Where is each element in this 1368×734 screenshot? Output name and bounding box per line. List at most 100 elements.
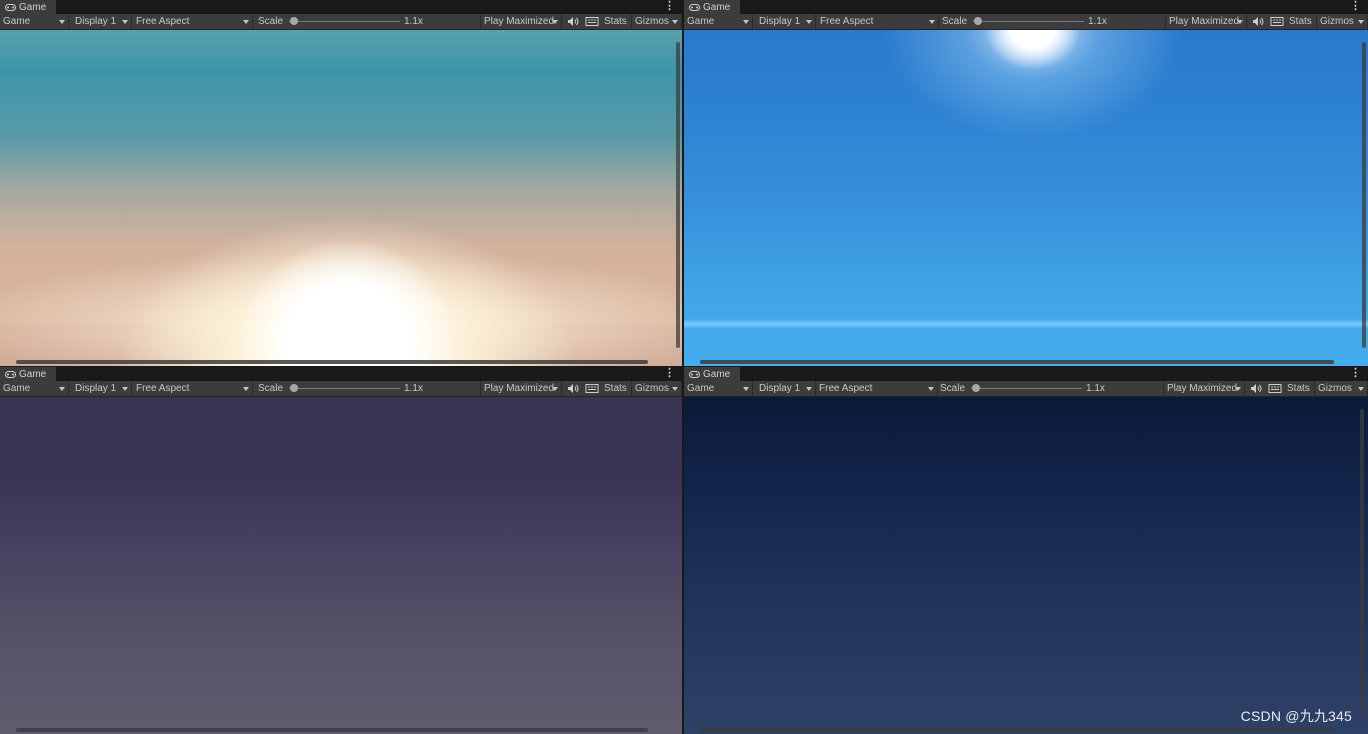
tab-bar: Game ⋮ xyxy=(0,367,682,381)
game-viewport[interactable] xyxy=(684,30,1368,366)
gizmos-dropdown[interactable]: Gizmos xyxy=(1314,381,1368,396)
play-mode-dropdown[interactable]: Play Maximized xyxy=(1165,14,1247,29)
chevron-down-icon xyxy=(806,20,812,24)
mode-dropdown[interactable]: Game xyxy=(0,381,69,396)
kebab-menu-icon[interactable]: ⋮ xyxy=(1350,0,1361,14)
mode-label: Game xyxy=(3,16,31,27)
scale-slider[interactable] xyxy=(973,21,1084,22)
game-viewport[interactable] xyxy=(0,397,682,734)
aspect-label: Free Aspect xyxy=(136,16,190,27)
aspect-dropdown[interactable]: Free Aspect xyxy=(816,381,938,396)
chevron-down-icon xyxy=(1358,387,1364,391)
chevron-down-icon xyxy=(243,387,249,391)
tab-bar: Game ⋮ xyxy=(684,367,1368,381)
aspect-dropdown[interactable]: Free Aspect xyxy=(817,14,939,29)
scale-slider-handle[interactable] xyxy=(290,384,298,392)
play-mode-label: Play Maximized xyxy=(484,16,555,27)
speaker-icon[interactable] xyxy=(566,383,580,394)
chevron-down-icon xyxy=(672,20,678,24)
scale-slider[interactable] xyxy=(289,388,400,389)
scale-slider[interactable] xyxy=(971,388,1082,389)
gamepad-icon xyxy=(689,3,700,11)
chevron-down-icon xyxy=(1237,20,1243,24)
vertical-scrollbar[interactable] xyxy=(1360,409,1364,715)
chevron-down-icon xyxy=(122,20,128,24)
gamepad-icon xyxy=(5,3,16,11)
play-mode-dropdown[interactable]: Play Maximized xyxy=(480,14,562,29)
game-toolbar: Game Display 1 Free Aspect Scale 1.1x Pl… xyxy=(684,14,1368,30)
speaker-icon[interactable] xyxy=(1251,16,1265,27)
play-mode-label: Play Maximized xyxy=(1167,383,1238,394)
chevron-down-icon xyxy=(743,20,749,24)
display-dropdown[interactable]: Display 1 xyxy=(756,14,816,29)
scale-slider-handle[interactable] xyxy=(972,384,980,392)
play-mode-dropdown[interactable]: Play Maximized xyxy=(480,381,562,396)
display-dropdown[interactable]: Display 1 xyxy=(72,381,132,396)
kebab-menu-icon[interactable]: ⋮ xyxy=(664,0,675,14)
game-toolbar: Game Display 1 Free Aspect Scale 1.1x Pl… xyxy=(0,381,682,397)
chevron-down-icon xyxy=(59,20,65,24)
speaker-icon[interactable] xyxy=(566,16,580,27)
aspect-dropdown[interactable]: Free Aspect xyxy=(133,381,253,396)
horizontal-scrollbar[interactable] xyxy=(700,360,1334,364)
keyboard-grid-icon[interactable] xyxy=(1270,16,1284,27)
keyboard-grid-icon[interactable] xyxy=(1268,383,1282,394)
stats-button[interactable]: Stats xyxy=(1289,14,1312,29)
horizontal-scrollbar[interactable] xyxy=(700,728,1336,732)
horizontal-scrollbar[interactable] xyxy=(16,360,648,364)
mode-dropdown[interactable]: Game xyxy=(0,14,69,29)
display-dropdown[interactable]: Display 1 xyxy=(756,381,816,396)
aspect-dropdown[interactable]: Free Aspect xyxy=(133,14,253,29)
aspect-label: Free Aspect xyxy=(820,16,874,27)
stats-button[interactable]: Stats xyxy=(604,14,627,29)
chevron-down-icon xyxy=(552,20,558,24)
gizmos-dropdown[interactable]: Gizmos xyxy=(631,381,682,396)
mode-dropdown[interactable]: Game xyxy=(684,14,753,29)
chevron-down-icon xyxy=(59,387,65,391)
gamepad-icon xyxy=(689,370,700,378)
game-view-panel-top-left: Game ⋮ Game Display 1 Free Aspect Scale … xyxy=(0,0,682,366)
keyboard-grid-icon[interactable] xyxy=(585,16,599,27)
horizontal-scrollbar[interactable] xyxy=(16,728,648,732)
play-mode-dropdown[interactable]: Play Maximized xyxy=(1163,381,1245,396)
tab-game[interactable]: Game xyxy=(684,0,740,14)
tab-game[interactable]: Game xyxy=(684,367,740,381)
tab-game[interactable]: Game xyxy=(0,367,56,381)
mode-label: Game xyxy=(687,383,715,394)
tab-bar: Game ⋮ xyxy=(0,0,682,14)
vertical-scrollbar[interactable] xyxy=(676,42,680,348)
kebab-menu-icon[interactable]: ⋮ xyxy=(664,367,675,381)
stats-button[interactable]: Stats xyxy=(604,381,627,396)
scale-slider[interactable] xyxy=(289,21,400,22)
chevron-down-icon xyxy=(243,20,249,24)
tab-label: Game xyxy=(703,1,731,13)
keyboard-grid-icon[interactable] xyxy=(585,383,599,394)
gizmos-dropdown[interactable]: Gizmos xyxy=(1316,14,1368,29)
display-label: Display 1 xyxy=(759,16,801,27)
display-label: Display 1 xyxy=(75,383,117,394)
gizmos-dropdown[interactable]: Gizmos xyxy=(631,14,682,29)
mode-dropdown[interactable]: Game xyxy=(684,381,753,396)
aspect-label: Free Aspect xyxy=(819,383,873,394)
game-view-panel-bottom-right: Game ⋮ Game Display 1 Free Aspect Scale … xyxy=(684,367,1368,734)
watermark-text: CSDN @九九345 xyxy=(1240,708,1352,724)
tab-game[interactable]: Game xyxy=(0,0,56,14)
speaker-icon[interactable] xyxy=(1249,383,1263,394)
game-view-panel-bottom-left: Game ⋮ Game Display 1 Free Aspect Scale … xyxy=(0,367,682,734)
chevron-down-icon xyxy=(928,387,934,391)
tab-bar: Game ⋮ xyxy=(684,0,1368,14)
scale-slider-handle[interactable] xyxy=(290,17,298,25)
display-dropdown[interactable]: Display 1 xyxy=(72,14,132,29)
kebab-menu-icon[interactable]: ⋮ xyxy=(1350,367,1361,381)
game-viewport[interactable] xyxy=(684,397,1368,734)
vertical-scrollbar[interactable] xyxy=(1362,42,1366,348)
scale-label: Scale xyxy=(940,383,966,394)
game-viewport[interactable] xyxy=(0,30,682,366)
mode-label: Game xyxy=(687,16,715,27)
scale-label: Scale xyxy=(258,383,284,394)
gizmos-label: Gizmos xyxy=(1318,383,1352,394)
play-mode-label: Play Maximized xyxy=(484,383,555,394)
chevron-down-icon xyxy=(1235,387,1241,391)
stats-button[interactable]: Stats xyxy=(1287,381,1310,396)
scale-slider-handle[interactable] xyxy=(974,17,982,25)
